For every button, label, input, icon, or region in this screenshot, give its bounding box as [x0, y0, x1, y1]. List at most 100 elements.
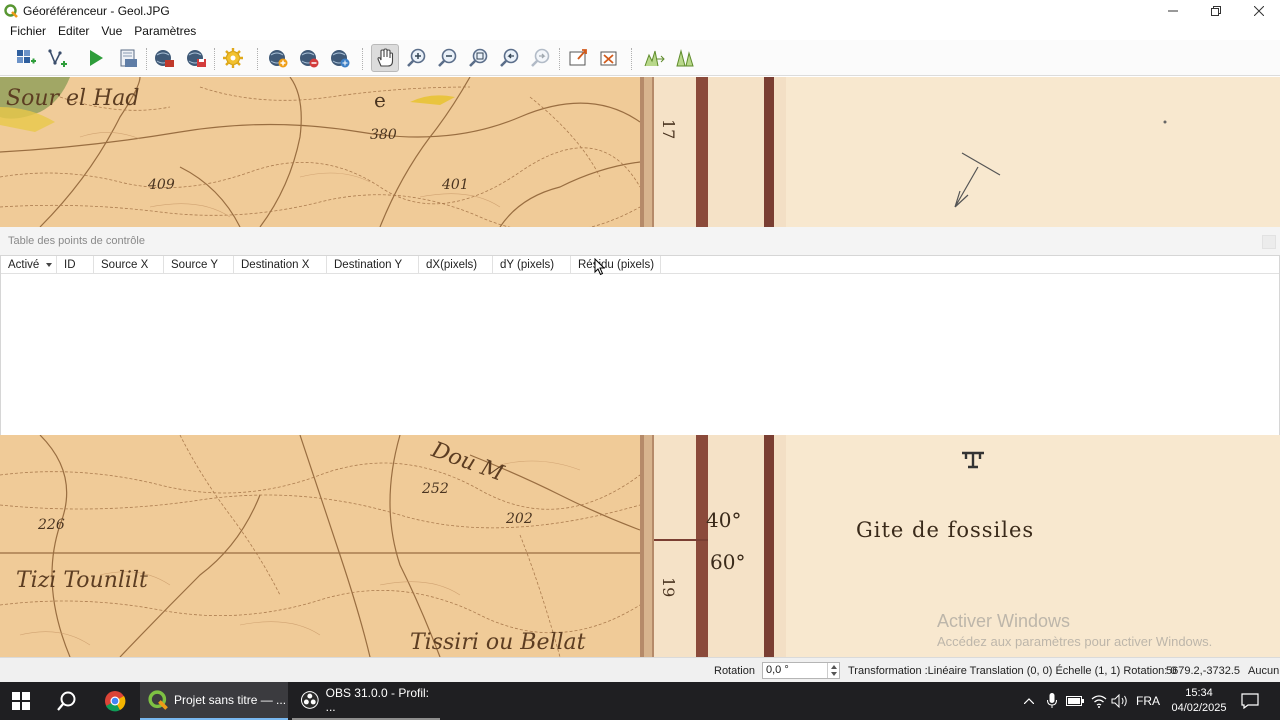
map-label-tizi-tounlilt: Tizi Tounlilt [16, 568, 148, 593]
gcp-table-header: Activé ID Source X Source Y Destination … [1, 256, 1279, 274]
transformation-settings-icon[interactable] [221, 46, 245, 70]
local-histogram-stretch-icon[interactable] [673, 46, 697, 70]
scanned-geologic-map-top: Sour el Had e 380 409 401 17 [0, 77, 1280, 227]
gcp-table-panel: Table des points de contrôle Activé ID S… [0, 227, 1280, 435]
transformation-info: Transformation :Linéaire Translation (0,… [848, 665, 1177, 677]
windows-activation-text: Accédez aux paramètres pour activer Wind… [937, 634, 1213, 649]
battery-icon[interactable] [1065, 682, 1085, 720]
col-destination-y[interactable]: Destination Y [327, 256, 419, 274]
generate-gdal-script-icon[interactable] [116, 46, 140, 70]
col-destination-x[interactable]: Destination X [234, 256, 327, 274]
volume-icon[interactable] [1110, 682, 1130, 720]
windows-taskbar: Projet sans titre — ... OBS 31.0.0 - Pro… [0, 682, 1280, 720]
taskbar-app-qgis[interactable]: Projet sans titre — ... [140, 682, 288, 720]
taskbar-app-obs[interactable]: OBS 31.0.0 - Profil: ... [292, 682, 440, 720]
add-point-icon[interactable] [266, 46, 290, 70]
full-histogram-stretch-icon[interactable] [642, 46, 666, 70]
move-point-icon[interactable] [328, 46, 352, 70]
search-icon[interactable] [56, 682, 80, 720]
map-label-19: 19 [659, 577, 678, 597]
scanned-geologic-map-bottom: Dou M 252 202 226 Tizi Tounlilt Tissiri … [0, 435, 1280, 657]
zoom-to-layer-icon[interactable] [467, 46, 491, 70]
window-title: Géoréférenceur - Geol.JPG [23, 4, 170, 18]
map-label-17: 17 [659, 119, 678, 139]
close-button[interactable] [1237, 0, 1280, 22]
link-qgis-to-georef-icon[interactable] [597, 46, 621, 70]
qgis-taskbar-icon [148, 690, 168, 710]
map-label-252: 252 [421, 481, 449, 497]
restore-icon [1210, 6, 1221, 16]
obs-icon [300, 691, 319, 709]
minimize-button[interactable] [1151, 0, 1194, 22]
link-georef-to-qgis-icon[interactable] [566, 46, 590, 70]
map-label-380: 380 [370, 127, 397, 143]
map-label-202: 202 [505, 511, 533, 527]
col-source-x[interactable]: Source X [94, 256, 164, 274]
map-label-e: e [374, 88, 386, 112]
qgis-logo-icon [4, 4, 18, 18]
open-raster-icon[interactable] [14, 46, 38, 70]
microphone-icon[interactable] [1043, 682, 1061, 720]
zoom-last-icon[interactable] [498, 46, 522, 70]
mouse-cursor-icon [594, 258, 606, 276]
clock-time: 15:34 [1185, 687, 1213, 699]
col-residual-pixels[interactable]: Résidu (pixels) [571, 256, 661, 274]
menu-fichier[interactable]: Fichier [4, 24, 52, 38]
map-label-tissiri-ou-bellat: Tissiri ou Bellat [410, 630, 586, 655]
menu-parametres[interactable]: Paramètres [128, 24, 202, 38]
delete-point-icon[interactable] [297, 46, 321, 70]
load-gcp-icon[interactable] [152, 46, 176, 70]
menu-vue[interactable]: Vue [95, 24, 128, 38]
menu-editer[interactable]: Editer [52, 24, 95, 38]
crs-indicator[interactable]: Aucun [1248, 665, 1279, 677]
clock-date: 04/02/2025 [1171, 702, 1227, 714]
title-bar: Géoréférenceur - Geol.JPG [0, 0, 1280, 22]
windows-activation-title: Activer Windows [937, 611, 1071, 631]
rotation-spinbox[interactable]: 0,0 ° [762, 662, 840, 679]
map-label-409: 409 [147, 177, 175, 193]
col-active[interactable]: Activé [1, 256, 57, 274]
save-gcp-icon[interactable] [184, 46, 208, 70]
taskbar-app-qgis-label: Projet sans titre — ... [174, 693, 287, 707]
system-clock[interactable]: 15:34 04/02/2025 [1168, 686, 1230, 716]
sort-down-icon [46, 263, 52, 267]
minimize-icon [1167, 10, 1178, 12]
cursor-coordinates: 5679.2,-3732.5 [1166, 665, 1241, 677]
map-label-401: 401 [441, 177, 469, 193]
spin-arrows-icon[interactable] [827, 663, 839, 678]
col-dx-pixels[interactable]: dX(pixels) [419, 256, 493, 274]
georeferencer-map-canvas-top[interactable]: Sour el Had e 380 409 401 17 [0, 77, 1280, 227]
gcp-table[interactable]: Activé ID Source X Source Y Destination … [0, 255, 1280, 435]
open-vector-icon[interactable] [46, 46, 70, 70]
map-label-40deg: 40° [706, 508, 741, 532]
rotation-label: Rotation [714, 665, 755, 677]
taskbar-app-obs-label: OBS 31.0.0 - Profil: ... [325, 686, 429, 714]
map-label-226: 226 [37, 517, 65, 533]
start-georeferencing-icon[interactable] [84, 46, 108, 70]
rotation-value: 0,0 ° [766, 664, 789, 676]
wifi-icon[interactable] [1089, 682, 1109, 720]
map-label-gite-de-fossiles: Gite de fossiles [856, 518, 1034, 542]
toolbar [0, 40, 1280, 76]
chevron-up-icon[interactable] [1020, 682, 1038, 720]
map-label-sour-el-had: Sour el Had [6, 86, 139, 111]
chrome-icon[interactable] [104, 682, 128, 720]
status-bar: Rotation 0,0 ° Transformation :Linéaire … [0, 657, 1280, 682]
zoom-in-icon[interactable] [405, 46, 429, 70]
col-dy-pixels[interactable]: dY (pixels) [493, 256, 571, 274]
menu-bar: Fichier Editer Vue Paramètres [0, 22, 1280, 40]
panel-close-button[interactable] [1262, 235, 1276, 249]
windows-start-icon[interactable] [12, 682, 34, 720]
notifications-icon[interactable] [1238, 682, 1262, 720]
georeferencer-map-canvas-bottom[interactable]: Dou M 252 202 226 Tizi Tounlilt Tissiri … [0, 435, 1280, 657]
gcp-panel-title: Table des points de contrôle [8, 235, 145, 247]
col-source-y[interactable]: Source Y [164, 256, 234, 274]
zoom-next-icon[interactable] [529, 46, 553, 70]
close-icon [1253, 6, 1264, 16]
language-indicator[interactable]: FRA [1134, 682, 1162, 720]
pan-icon[interactable] [371, 44, 399, 72]
col-id[interactable]: ID [57, 256, 94, 274]
map-label-60deg: 60° [710, 550, 745, 574]
zoom-out-icon[interactable] [436, 46, 460, 70]
restore-button[interactable] [1194, 0, 1237, 22]
